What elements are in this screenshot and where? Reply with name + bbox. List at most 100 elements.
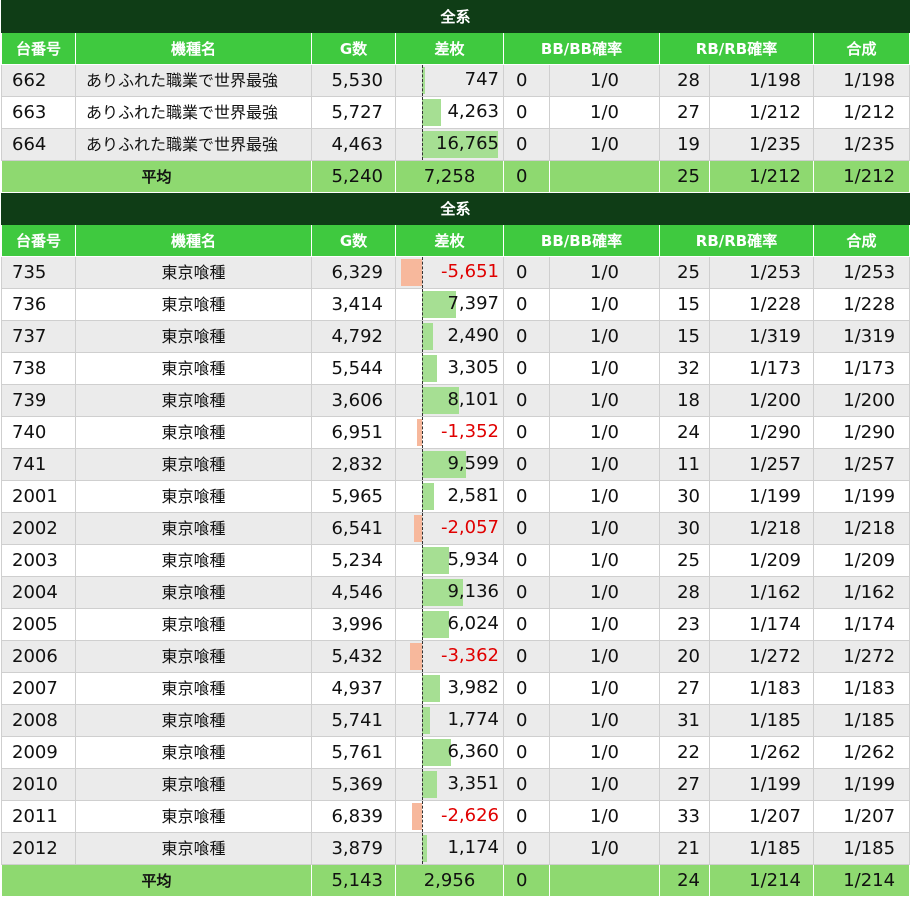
- difference-cell: 1,174: [395, 832, 504, 865]
- bb-probability: 1/0: [549, 576, 660, 609]
- combined-probability: 1/199: [812, 768, 910, 801]
- header-bb: BB/BB確率: [503, 32, 660, 65]
- machine-name: 東京喰種: [75, 448, 312, 481]
- combined-probability: 1/290: [812, 416, 910, 449]
- bb-probability: 1/0: [549, 544, 660, 577]
- table-row: 735 東京喰種 6,329 -5,651 0 1/0 25 1/253 1/253: [1, 256, 910, 289]
- difference-bar-positive: [422, 675, 440, 702]
- combined-probability: 1/162: [812, 576, 910, 609]
- table-row: 2001 東京喰種 5,965 2,581 0 1/0 30 1/199 1/199: [1, 480, 910, 513]
- rb-probability: 1/262: [709, 736, 814, 769]
- header-games: G数: [311, 224, 396, 257]
- rb-probability: 1/253: [709, 256, 814, 289]
- difference-bar-positive: [422, 547, 449, 574]
- difference-bar-negative: [414, 515, 422, 542]
- bb-count: 0: [503, 384, 550, 417]
- rb-count: 30: [659, 480, 710, 513]
- difference-bar-negative: [401, 259, 422, 286]
- machine-number: 2011: [1, 800, 76, 833]
- rb-probability: 1/174: [709, 608, 814, 641]
- difference-value: 6,024: [447, 613, 499, 634]
- difference-value: -1,352: [440, 421, 499, 442]
- difference-value: 2,490: [447, 325, 499, 346]
- difference-zero-axis: [422, 321, 423, 352]
- machine-name: ありふれた職業で世界最強: [75, 96, 312, 129]
- bb-count: 0: [503, 448, 550, 481]
- difference-zero-axis: [422, 257, 423, 288]
- header-games: G数: [311, 32, 396, 65]
- combined-probability: 1/185: [812, 704, 910, 737]
- difference-zero-axis: [422, 705, 423, 736]
- game-count: 5,234: [311, 544, 396, 577]
- rb-probability: 1/200: [709, 384, 814, 417]
- combined-probability: 1/199: [812, 480, 910, 513]
- game-count: 5,530: [311, 64, 396, 97]
- difference-value: 16,765: [436, 133, 499, 154]
- section-title-row: 全系: [0, 0, 910, 33]
- difference-zero-axis: [422, 833, 423, 864]
- average-row: 平均 5,143 2,956 0 24 1/214 1/214: [1, 864, 910, 897]
- difference-value: 1,774: [447, 709, 499, 730]
- rb-probability: 1/199: [709, 768, 814, 801]
- bb-count: 0: [503, 736, 550, 769]
- rb-probability: 1/257: [709, 448, 814, 481]
- rb-count: 15: [659, 320, 710, 353]
- difference-zero-axis: [422, 65, 423, 96]
- average-combined-probability: 1/212: [812, 160, 910, 193]
- game-count: 2,832: [311, 448, 396, 481]
- machine-name: 東京喰種: [75, 800, 312, 833]
- game-count: 4,546: [311, 576, 396, 609]
- rb-probability: 1/228: [709, 288, 814, 321]
- machine-name: 東京喰種: [75, 640, 312, 673]
- game-count: 3,996: [311, 608, 396, 641]
- difference-value: 4,263: [447, 101, 499, 122]
- table-row: 662 ありふれた職業で世界最強 5,530 747 0 1/0 28 1/198 1/198: [1, 64, 910, 97]
- difference-cell: 3,305: [395, 352, 504, 385]
- table-row: 2012 東京喰種 3,879 1,174 0 1/0 21 1/185 1/185: [1, 832, 910, 865]
- game-count: 4,792: [311, 320, 396, 353]
- header-row: 台番号 機種名 G数 差枚 BB/BB確率 RB/RB確率 合成: [1, 224, 910, 257]
- combined-probability: 1/218: [812, 512, 910, 545]
- combined-probability: 1/257: [812, 448, 910, 481]
- bb-probability: 1/0: [549, 832, 660, 865]
- section-title: 全系: [0, 192, 910, 225]
- bb-probability: 1/0: [549, 384, 660, 417]
- header-rb: RB/RB確率: [659, 32, 814, 65]
- rb-count: 20: [659, 640, 710, 673]
- bb-count: 0: [503, 544, 550, 577]
- results-table: 全系 台番号 機種名 G数 差枚 BB/BB確率 RB/RB確率 合成 662 ありふれた職業で世…: [0, 0, 910, 897]
- combined-probability: 1/235: [812, 128, 910, 161]
- bb-count: 0: [503, 832, 550, 865]
- difference-value: -2,626: [440, 805, 499, 826]
- table-row: 2009 東京喰種 5,761 6,360 0 1/0 22 1/262 1/262: [1, 736, 910, 769]
- combined-probability: 1/200: [812, 384, 910, 417]
- table-row: 741 東京喰種 2,832 9,599 0 1/0 11 1/257 1/257: [1, 448, 910, 481]
- results-tables: 全系 台番号 機種名 G数 差枚 BB/BB確率 RB/RB確率 合成 662 ありふれた職業で世…: [0, 0, 910, 897]
- machine-number: 662: [1, 64, 76, 97]
- rb-count: 22: [659, 736, 710, 769]
- table-row: 2011 東京喰種 6,839 -2,626 0 1/0 33 1/207 1/207: [1, 800, 910, 833]
- average-rb-count: 25: [659, 160, 710, 193]
- bb-count: 0: [503, 512, 550, 545]
- game-count: 5,761: [311, 736, 396, 769]
- game-count: 3,879: [311, 832, 396, 865]
- header-combined: 合成: [812, 224, 910, 257]
- combined-probability: 1/272: [812, 640, 910, 673]
- difference-value: 1,174: [447, 837, 499, 858]
- table-row: 736 東京喰種 3,414 7,397 0 1/0 15 1/228 1/228: [1, 288, 910, 321]
- difference-cell: 3,982: [395, 672, 504, 705]
- difference-zero-axis: [422, 129, 423, 160]
- combined-probability: 1/198: [812, 64, 910, 97]
- machine-name: 東京喰種: [75, 576, 312, 609]
- machine-number: 735: [1, 256, 76, 289]
- difference-cell: -2,057: [395, 512, 504, 545]
- difference-bar-positive: [422, 771, 437, 798]
- bb-probability: 1/0: [549, 96, 660, 129]
- rb-count: 32: [659, 352, 710, 385]
- machine-number: 2004: [1, 576, 76, 609]
- bb-probability: 1/0: [549, 64, 660, 97]
- average-difference: 7,258: [395, 160, 504, 193]
- machine-name: 東京喰種: [75, 544, 312, 577]
- game-count: 3,606: [311, 384, 396, 417]
- difference-value: 5,934: [447, 549, 499, 570]
